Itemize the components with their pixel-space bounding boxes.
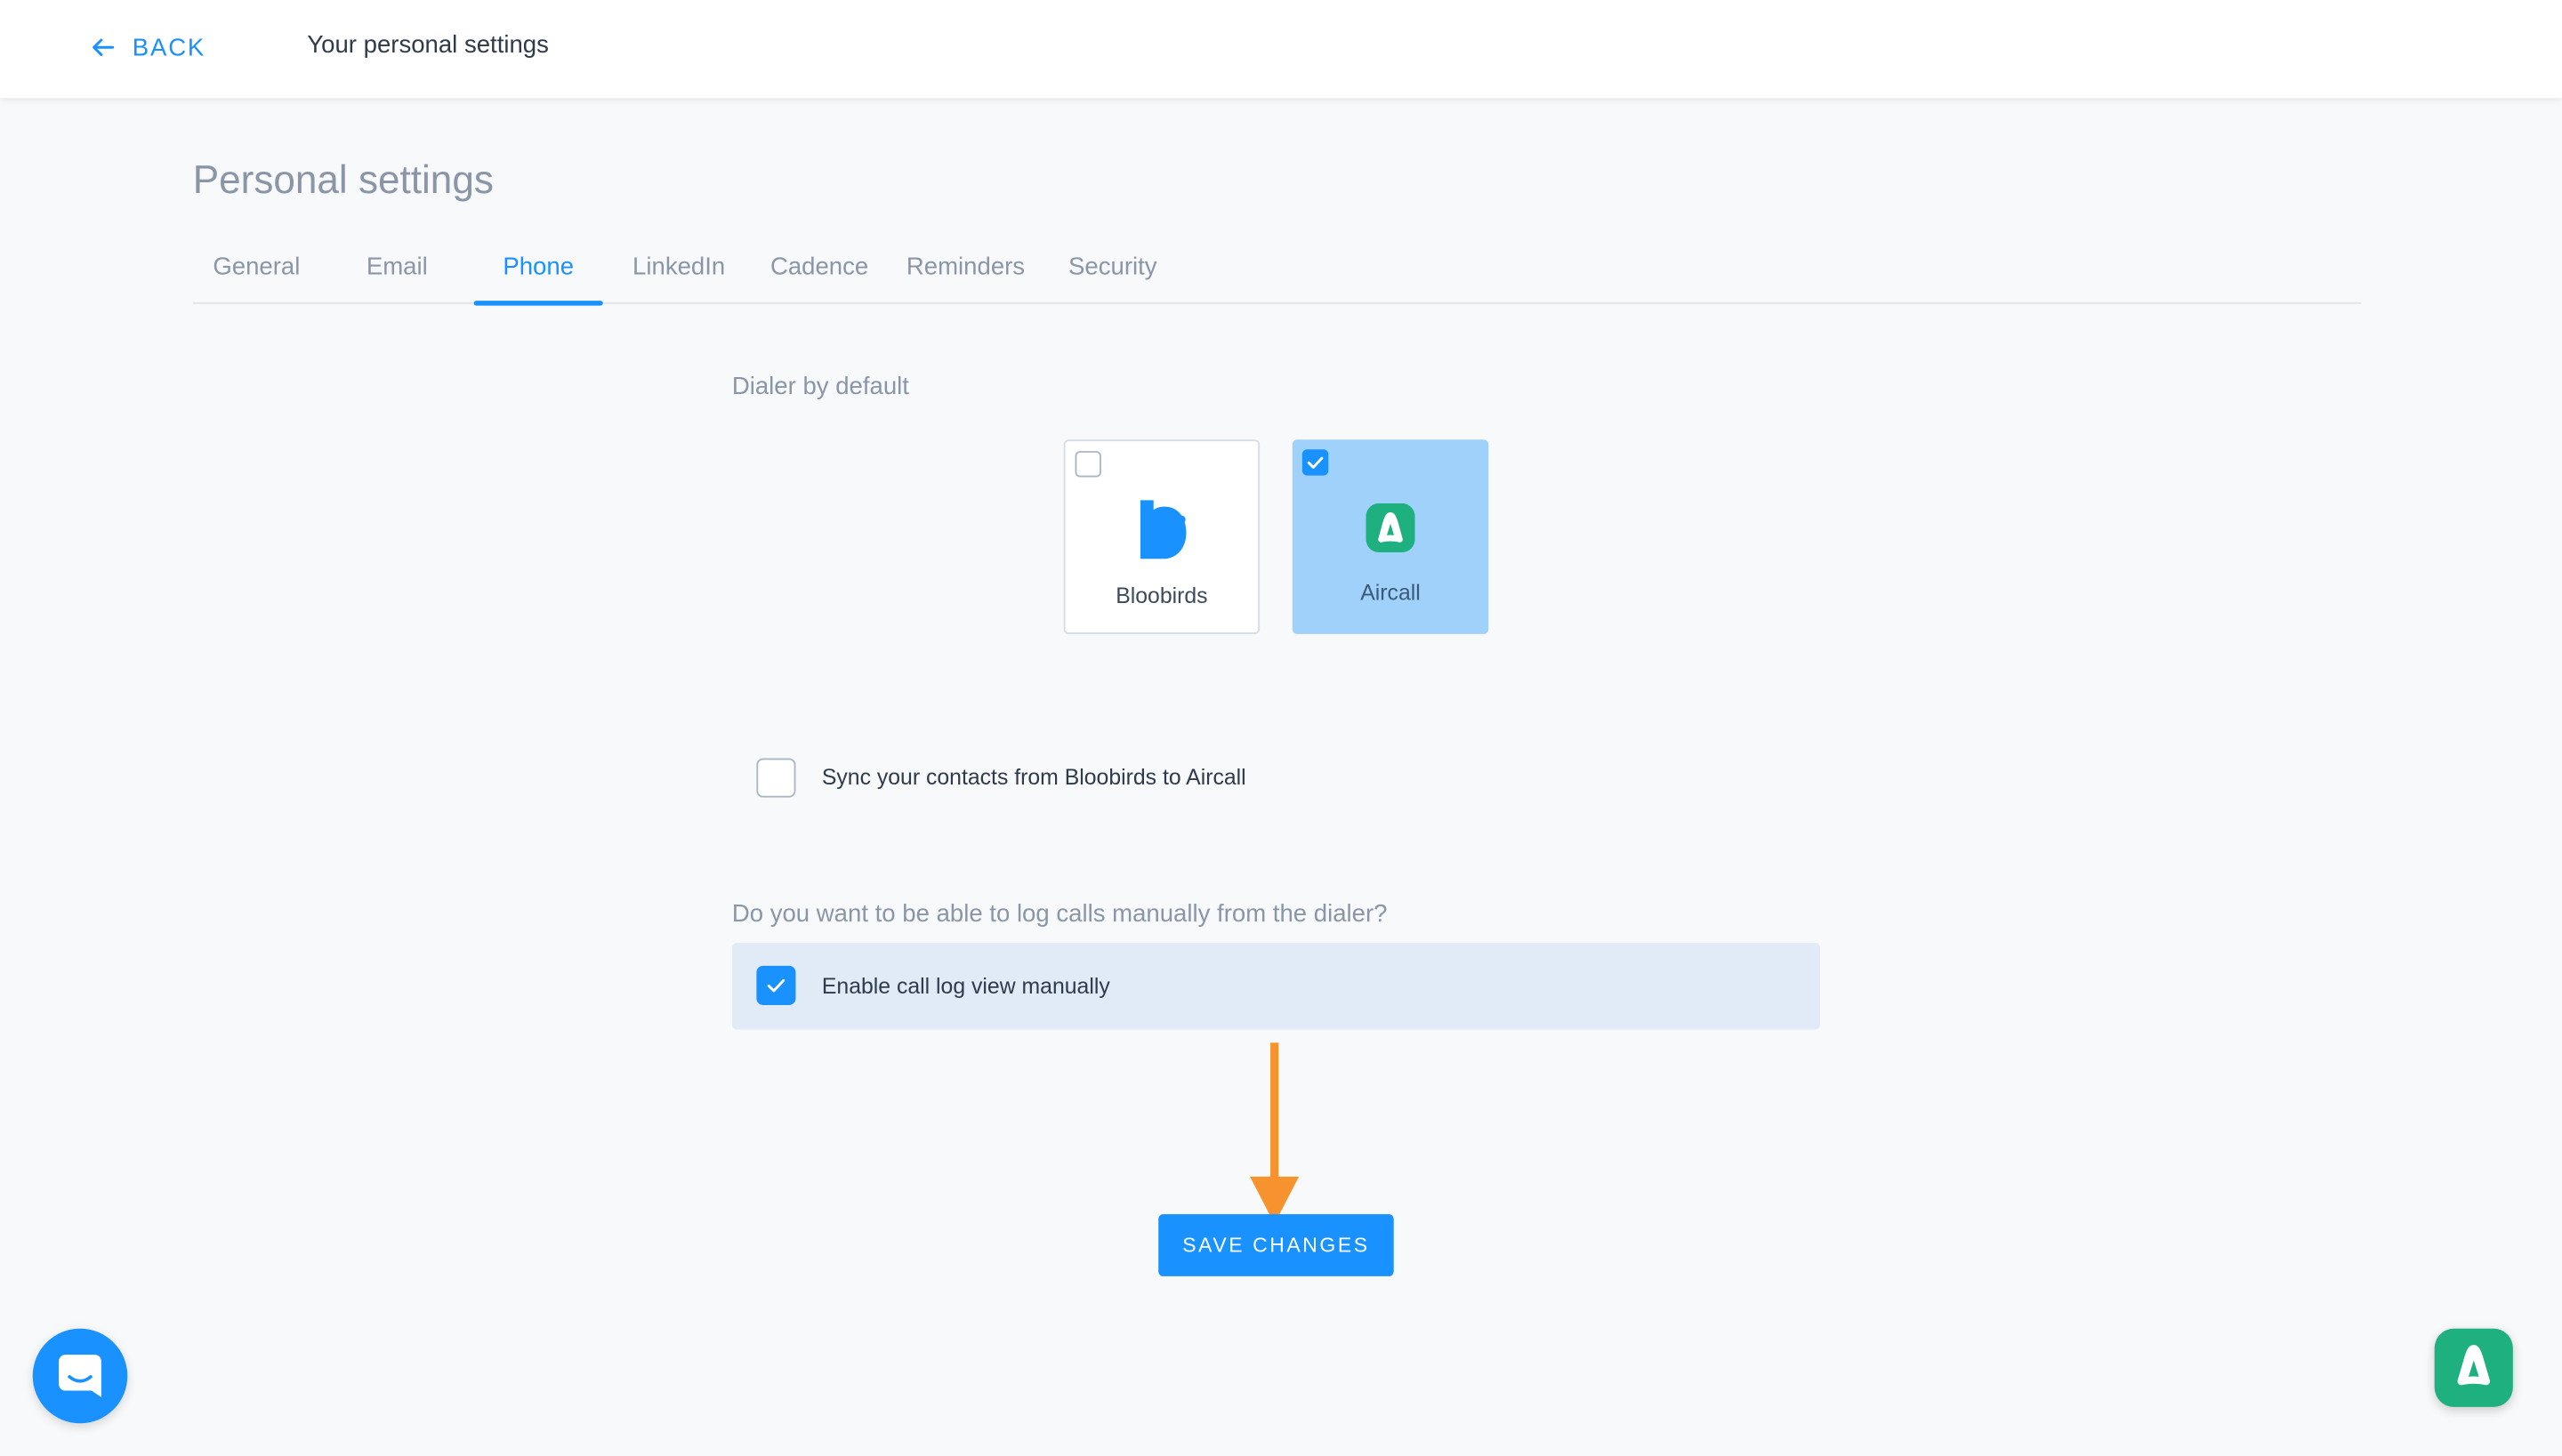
top-bar-title: Your personal settings [307, 30, 549, 60]
settings-page: BACK Your personal settings Personal set… [0, 0, 2562, 1456]
tab-reminders[interactable]: Reminders [906, 253, 1027, 304]
tab-security[interactable]: Security [1067, 253, 1158, 304]
dialer-default-label: Dialer by default [731, 372, 909, 401]
sync-contacts-checkbox[interactable] [756, 758, 796, 798]
back-button[interactable]: BACK [90, 29, 205, 65]
dialer-option-bloobirds[interactable]: Bloobirds [1063, 439, 1261, 634]
chat-bubble-icon [59, 1355, 101, 1397]
top-bar: BACK Your personal settings [0, 0, 2562, 99]
save-changes-button[interactable]: SAVE CHANGES [1158, 1214, 1394, 1276]
enable-call-log-label: Enable call log view manually [821, 974, 1110, 999]
call-log-question: Do you want to be able to log calls manu… [731, 900, 1388, 929]
tab-email[interactable]: Email [366, 253, 428, 304]
back-label: BACK [132, 33, 206, 61]
tab-phone[interactable]: Phone [473, 253, 603, 306]
chat-widget-button[interactable] [32, 1328, 128, 1424]
check-icon [1307, 456, 1324, 469]
aircall-logo-icon [1366, 503, 1415, 553]
sync-contacts-label: Sync your contacts from Bloobirds to Air… [821, 764, 1246, 790]
aircall-label: Aircall [1360, 580, 1421, 605]
aircall-checkbox[interactable] [1301, 449, 1329, 476]
aircall-widget-button[interactable] [2434, 1328, 2513, 1407]
arrow-left-icon [93, 38, 115, 57]
settings-tabs: General Email Phone LinkedIn Cadence Rem… [192, 245, 2362, 306]
bloobirds-label: Bloobirds [1116, 583, 1208, 608]
tab-cadence[interactable]: Cadence [769, 253, 869, 304]
tab-linkedin[interactable]: LinkedIn [631, 253, 727, 304]
aircall-logo-icon [2457, 1345, 2490, 1386]
page-title: Personal settings [192, 158, 494, 203]
bloobirds-logo-icon [1140, 500, 1187, 559]
tab-general[interactable]: General [213, 253, 301, 304]
check-icon [767, 978, 786, 993]
bloobirds-checkbox[interactable] [1075, 451, 1101, 478]
dialer-option-aircall[interactable]: Aircall [1292, 439, 1489, 634]
down-arrow-icon [1250, 1042, 1300, 1225]
enable-call-log-row[interactable]: Enable call log view manually [731, 943, 1821, 1030]
enable-call-log-checkbox[interactable] [756, 965, 796, 1005]
